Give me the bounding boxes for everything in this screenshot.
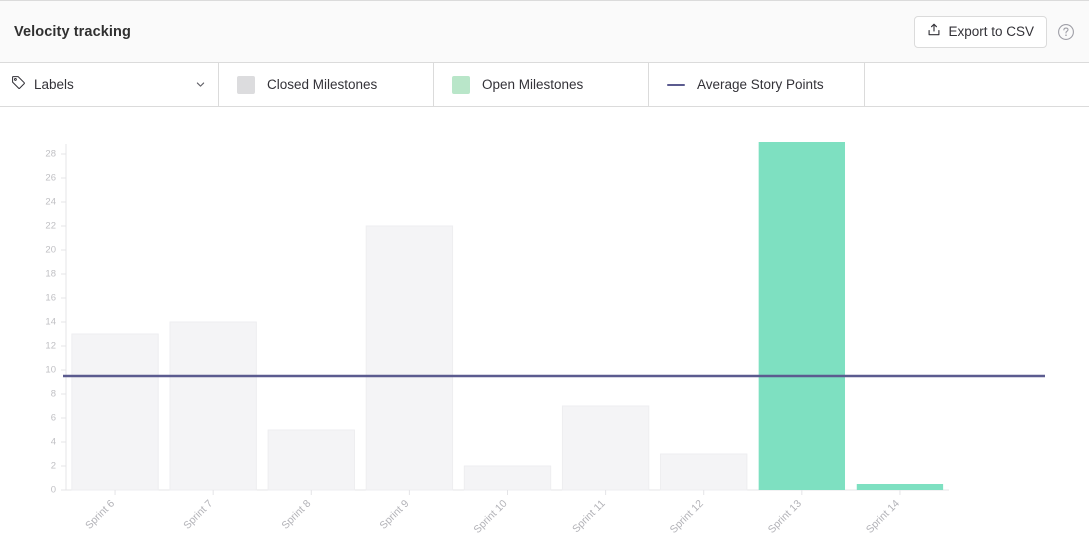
legend-label-average: Average Story Points [697,77,824,92]
labels-dropdown[interactable]: Labels [0,63,219,106]
legend-item-closed-milestones[interactable]: Closed Milestones [219,63,434,106]
x-tick-label: Sprint 6 [83,498,117,532]
y-tick-label: 16 [45,293,56,304]
header-actions: Export to CSV [914,15,1075,48]
bar-sprint-9[interactable] [365,225,454,491]
y-tick-label: 14 [45,317,56,328]
y-tick-label: 28 [45,149,56,160]
y-tick-label: 18 [45,269,56,280]
y-tick-label: 20 [45,245,56,256]
x-tick-label: Sprint 11 [570,498,608,536]
x-tick-label: Sprint 13 [766,498,804,536]
export-to-csv-button[interactable]: Export to CSV [914,15,1047,48]
bar-sprint-12[interactable] [660,453,748,491]
legend-swatch-average-line [667,83,685,86]
chart-svg: 0246810121416182022242628Sprint 6 Sprint … [45,142,1045,536]
legend-label-closed: Closed Milestones [267,77,378,92]
bar-sprint-8[interactable] [267,429,355,491]
legend-item-open-milestones[interactable]: Open Milestones [434,63,649,106]
filter-bar-spacer [865,63,1089,106]
y-tick-label: 22 [45,221,56,232]
y-tick-label: 0 [51,485,56,496]
question-circle-icon[interactable] [1057,23,1075,41]
labels-dropdown-label: Labels [34,77,74,92]
velocity-chart: 0 2 4 6 8 10 12 14 16 18 20 22 24 26 28 Sprint 6 Sprint … [0,107,1089,546]
y-tick-label: 12 [45,341,56,352]
velocity-tracking-panel: Velocity tracking Export to CSV Labels C… [0,0,1089,546]
x-tick-label: Sprint 12 [668,498,706,536]
y-tick-label: 4 [51,437,56,448]
bar-sprint-11[interactable] [561,405,650,491]
legend-item-average-story-points[interactable]: Average Story Points [649,63,865,106]
y-tick-label: 24 [45,197,56,208]
bar-sprint-6[interactable] [71,333,159,491]
y-tick-label: 2 [51,461,56,472]
export-to-csv-label: Export to CSV [948,24,1034,39]
page-title: Velocity tracking [14,23,131,40]
chevron-down-icon [194,79,206,91]
legend-label-open: Open Milestones [482,77,584,92]
x-tick-label: Sprint 7 [181,498,215,532]
bar-sprint-13[interactable] [758,142,846,490]
bar-sprint-10[interactable] [463,465,552,491]
panel-header: Velocity tracking Export to CSV [0,1,1089,63]
filter-legend-bar: Labels Closed Milestones Open Milestones… [0,63,1089,107]
x-tick-label: Sprint 8 [279,498,313,532]
x-tick-label: Sprint 9 [377,498,411,532]
export-upload-icon [927,23,941,40]
y-tick-label: 6 [51,413,56,424]
legend-swatch-closed [237,75,255,94]
y-tick-label: 8 [51,389,56,400]
y-tick-label: 10 [45,365,56,376]
bar-sprint-14[interactable] [856,484,944,490]
tag-icon [11,75,26,95]
legend-swatch-open [452,75,470,94]
x-tick-label: Sprint 14 [864,498,902,536]
x-tick-label: Sprint 10 [471,498,509,536]
y-tick-label: 26 [45,173,56,184]
bar-sprint-7[interactable] [169,321,257,491]
